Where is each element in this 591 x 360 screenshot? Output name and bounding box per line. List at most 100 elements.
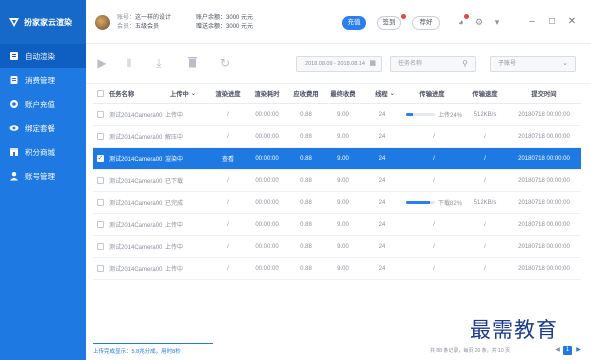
table-row[interactable]: 测试2014Camera001 解压中 / 00:00:00 0.88 9.00 24 / / 2… bbox=[93, 126, 581, 148]
gear-icon[interactable]: ⚙ bbox=[473, 16, 485, 28]
header: 账号：这一样的设计 会员：五级会员 账户余额：3000 元元 赠送余额：3000… bbox=[86, 0, 591, 44]
table-row[interactable]: 测试2014Camera001 上传中 / 00:00:00 0.88 9.00 24 上传2… bbox=[93, 104, 581, 126]
current-page[interactable]: 1 bbox=[563, 346, 572, 355]
account-value: 这一样的设计 bbox=[135, 15, 172, 21]
cell-task-name: 测试2014Camera001... bbox=[109, 201, 163, 207]
row-checkbox[interactable] bbox=[96, 199, 104, 206]
cell-status: 上传中 bbox=[165, 223, 184, 229]
sidebar-item-label: 自动渲染 bbox=[25, 51, 55, 61]
sidebar-item-package[interactable]: 绑定套餐 bbox=[0, 116, 86, 140]
row-checkbox[interactable] bbox=[96, 265, 104, 272]
cell-render-progress[interactable]: 查看 bbox=[208, 148, 248, 169]
cell-threads: 24 bbox=[378, 221, 386, 228]
row-checkbox[interactable] bbox=[96, 111, 104, 118]
row-checkbox[interactable] bbox=[96, 243, 104, 250]
cell-transfer: / bbox=[433, 265, 435, 272]
cell-status: 上传中 bbox=[165, 267, 184, 273]
member-value: 五级会员 bbox=[135, 24, 160, 30]
refresh-icon[interactable]: ↻ bbox=[218, 56, 232, 70]
gift-value: 3000 元元 bbox=[226, 24, 254, 30]
col-header-status-label: 上传中 bbox=[169, 91, 189, 98]
date-range-value: 2018.08.09 - 2018.08.14 bbox=[305, 61, 365, 67]
minimize-icon[interactable]: – bbox=[526, 15, 538, 29]
play-icon[interactable]: ▶ bbox=[95, 56, 109, 70]
sidebar-item-label: 账号管理 bbox=[25, 171, 55, 181]
receipt-icon bbox=[10, 76, 18, 84]
cell-transfer: / bbox=[433, 155, 435, 162]
cell-render-progress: / bbox=[227, 265, 229, 272]
cell-render-progress: / bbox=[227, 111, 229, 118]
calendar-icon: ▦ bbox=[369, 60, 376, 67]
select-all-cell bbox=[93, 84, 107, 103]
col-header-render-time: 渲染耗时 bbox=[254, 91, 280, 98]
row-checkbox[interactable] bbox=[96, 154, 104, 162]
coin-icon bbox=[10, 100, 18, 108]
cell-final-fee: 9.00 bbox=[337, 199, 349, 206]
sidebar-item-store[interactable]: 积分商城 bbox=[0, 140, 86, 164]
sidebar-item-consumption[interactable]: 消费管理 bbox=[0, 68, 86, 92]
cell-submit-time: 20180718 00:00:00 bbox=[518, 111, 570, 118]
chevron-down-icon[interactable]: ▾ bbox=[491, 16, 503, 28]
cell-final-fee: 9.00 bbox=[337, 133, 349, 140]
download-icon[interactable]: ⤓ bbox=[152, 56, 166, 70]
table-header-row: 任务名称 上传中 ⌄ 渲染进度 渲染耗时 应收费用 最终收费 线程 ⌄ 传输进度 传… bbox=[93, 84, 581, 104]
col-header-status[interactable]: 上传中 ⌄ bbox=[165, 84, 201, 103]
col-header-fee: 应收费用 bbox=[293, 91, 319, 98]
select-all-checkbox[interactable] bbox=[96, 90, 104, 97]
pause-icon[interactable]: ‖ bbox=[122, 56, 136, 70]
cell-status: 已下载 bbox=[165, 179, 184, 185]
table-row[interactable]: 测试2014Camera001...已完成 / 00:00:00 0.88 9.00 24… bbox=[93, 192, 581, 214]
maximize-icon[interactable]: □ bbox=[546, 15, 558, 29]
trash-icon[interactable] bbox=[185, 56, 199, 70]
table-row[interactable]: 测试2014Camera001 上传中 / 00:00:00 0.88 9.00 24 / / 2… bbox=[93, 236, 581, 258]
sidebar-item-label: 绑定套餐 bbox=[25, 123, 55, 133]
col-header-name[interactable]: 任务名称 bbox=[109, 84, 153, 103]
row-checkbox[interactable] bbox=[96, 133, 104, 140]
table-row[interactable]: 测试2014Camera001 上传中 / 00:00:00 0.88 9.00 24 / / 2… bbox=[93, 258, 581, 280]
cell-submit-time: 20180718 00:00:00 bbox=[518, 265, 570, 272]
cell-submit-time: 20180718 00:00:00 bbox=[518, 155, 570, 162]
cell-threads: 24 bbox=[378, 199, 386, 206]
row-checkbox-cell bbox=[93, 104, 107, 125]
sidebar-item-auto-render[interactable]: 自动渲染 bbox=[0, 44, 86, 68]
row-checkbox-cell bbox=[93, 170, 107, 191]
date-range-picker[interactable]: 2018.08.09 - 2018.08.14 ▦ bbox=[296, 56, 382, 72]
transfer-progress-fill bbox=[406, 113, 413, 116]
cell-render-time: 00:00:00 bbox=[255, 155, 279, 162]
cell-threads: 24 bbox=[378, 133, 386, 140]
table-row[interactable]: 测试2014Camera001 上传中 / 00:00:00 0.88 9.00 24 / / 2… bbox=[93, 214, 581, 236]
cell-final-fee: 9.00 bbox=[337, 177, 349, 184]
watermark: 最需教育 bbox=[470, 318, 558, 342]
row-checkbox[interactable] bbox=[96, 221, 104, 228]
cell-render-progress: / bbox=[227, 199, 229, 206]
sidebar-item-recharge[interactable]: 账户充值 bbox=[0, 92, 86, 116]
sidebar: 扮家家云渲染 自动渲染 消费管理 账户充值 绑定套餐 积分商城 账号管理 bbox=[0, 0, 86, 360]
balance-info: 账户余额：3000 元元 赠送余额：3000 元元 bbox=[196, 14, 253, 32]
cell-speed: / bbox=[484, 133, 486, 140]
sidebar-item-label: 积分商城 bbox=[25, 147, 55, 157]
task-search-input[interactable]: 任务名称 ⚲ bbox=[390, 56, 476, 72]
cell-transfer: / bbox=[433, 133, 435, 140]
sub-account-select[interactable]: 子账号 ⌄ bbox=[490, 56, 576, 72]
prev-page-icon[interactable]: ◀ bbox=[553, 346, 562, 355]
cell-fee: 0.88 bbox=[300, 111, 312, 118]
cell-transfer: 上传24% bbox=[406, 104, 462, 125]
cell-speed: / bbox=[484, 221, 486, 228]
recommend-button[interactable]: 荐好 bbox=[412, 16, 440, 30]
sign-in-button[interactable]: 签到 bbox=[377, 16, 401, 30]
col-header-threads[interactable]: 线程 ⌄ bbox=[367, 84, 403, 103]
close-icon[interactable]: ✕ bbox=[566, 15, 578, 29]
row-checkbox[interactable] bbox=[96, 177, 104, 184]
recharge-button[interactable]: 充值 bbox=[342, 16, 366, 30]
next-page-icon[interactable]: ▶ bbox=[574, 346, 583, 355]
table-row[interactable]: 测试2014Camera001渲染中 查看 00:00:00 0.88 9.00 24 / /… bbox=[93, 148, 581, 170]
account-key: 账号： bbox=[117, 15, 136, 21]
sidebar-item-account[interactable]: 账号管理 bbox=[0, 164, 86, 188]
sidebar-item-label: 账户充值 bbox=[25, 99, 55, 109]
cell-submit-time: 20180718 00:00:00 bbox=[518, 221, 570, 228]
row-checkbox-cell bbox=[93, 192, 107, 213]
member-key: 会员： bbox=[117, 24, 136, 30]
avatar[interactable] bbox=[95, 15, 110, 30]
table-row[interactable]: 测试2014Camera001 已下载 / 00:00:00 0.88 9.00 24 / / 2… bbox=[93, 170, 581, 192]
cell-fee: 0.88 bbox=[300, 199, 312, 206]
